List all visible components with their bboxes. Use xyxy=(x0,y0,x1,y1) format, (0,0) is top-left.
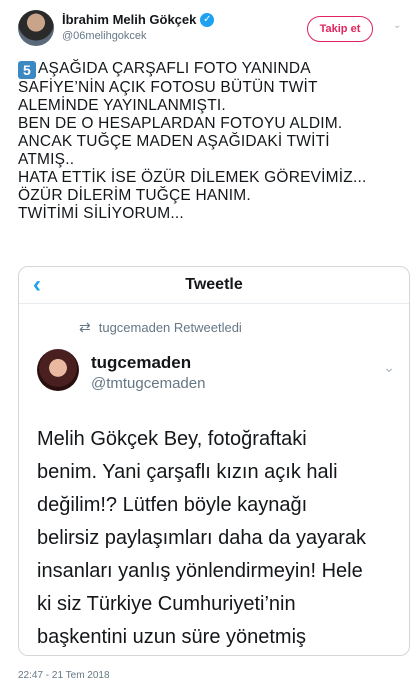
inner-tweet-line: başkentini uzun süre yönetmiş xyxy=(37,626,307,648)
inner-tweet-body: Melih Gökçek Bey, fotoğraftaki benim. Ya… xyxy=(37,423,402,654)
inner-tweet-line: benim. Yani çarşaflı kızın açık hali xyxy=(37,461,338,483)
tweet-line: TWİTİMİ SİLİYORUM... xyxy=(18,205,184,222)
retweet-icon: ⇄ xyxy=(79,319,91,335)
tweet-line: SAFİYE’NİN AÇIK FOTOSU BÜTÜN TWİT xyxy=(18,79,318,96)
tweet-header: İbrahim Melih Gökçek ✓ @06melihgokcek Ta… xyxy=(18,10,403,50)
inner-tweet-line: değilim!? Lütfen böyle kaynağı xyxy=(37,494,308,516)
tweet-line: HATA ETTİK İSE ÖZÜR DİLEMEK GÖREVİMİZ... xyxy=(18,169,367,186)
avatar[interactable] xyxy=(18,10,54,46)
author-name[interactable]: İbrahim Melih Gökçek xyxy=(62,12,196,27)
tweet-line: BEN DE O HESAPLARDAN FOTOYU ALDIM. xyxy=(18,115,343,132)
inner-author-handle: @tmtugcemaden xyxy=(91,375,206,392)
inner-tweet-line: insanları yanlış yönlendirmeyin! Hele xyxy=(37,560,363,582)
follow-button[interactable]: Takip et xyxy=(307,16,373,42)
number-five-icon: 5 xyxy=(18,61,36,79)
inner-avatar xyxy=(37,349,79,391)
author-name-row: İbrahim Melih Gökçek ✓ xyxy=(62,12,215,27)
tweet-line: ALEMİNDE YAYINLANMIŞTI. xyxy=(18,97,226,114)
tweet-line: 5 AŞAĞIDA ÇARŞAFLI FOTO YANINDA xyxy=(18,60,410,79)
inner-tweet-line: Melih Gökçek Bey, fotoğraftaki xyxy=(37,428,307,450)
author-handle[interactable]: @06melihgokcek xyxy=(62,30,147,42)
embedded-tweet-screenshot[interactable]: ‹ Tweetle ⇄ tugcemaden Retweetledi tugce… xyxy=(18,266,410,656)
retweet-label: tugcemaden Retweetledi xyxy=(98,320,242,335)
embed-title: Tweetle xyxy=(185,276,243,293)
tweet-body: 5 AŞAĞIDA ÇARŞAFLI FOTO YANINDA SAFİYE’Nİ… xyxy=(18,60,410,223)
tweet-line: ATMIŞ.. xyxy=(18,151,75,168)
inner-tweet-line: ki siz Türkiye Cumhuriyeti’nin xyxy=(37,593,296,615)
chevron-down-icon[interactable]: ⌄ xyxy=(393,20,403,31)
retweet-row: ⇄ tugcemaden Retweetledi xyxy=(79,319,242,336)
inner-tweet-line: belirsiz paylaşımları daha da yayarak xyxy=(37,527,367,549)
tweet-line: ÖZÜR DİLERİM TUĞÇE HANIM. xyxy=(18,187,251,204)
embed-topbar: ‹ Tweetle xyxy=(19,267,409,304)
tweet-line: ANCAK TUĞÇE MADEN AŞAĞIDAKİ TWİTİ xyxy=(18,133,330,150)
tweet-timestamp[interactable]: 22:47 - 21 Tem 2018 xyxy=(18,670,110,681)
inner-author-name: tugcemaden xyxy=(91,353,192,372)
verified-badge-icon: ✓ xyxy=(200,12,215,27)
inner-chevron-down-icon: ⌄ xyxy=(383,359,395,375)
